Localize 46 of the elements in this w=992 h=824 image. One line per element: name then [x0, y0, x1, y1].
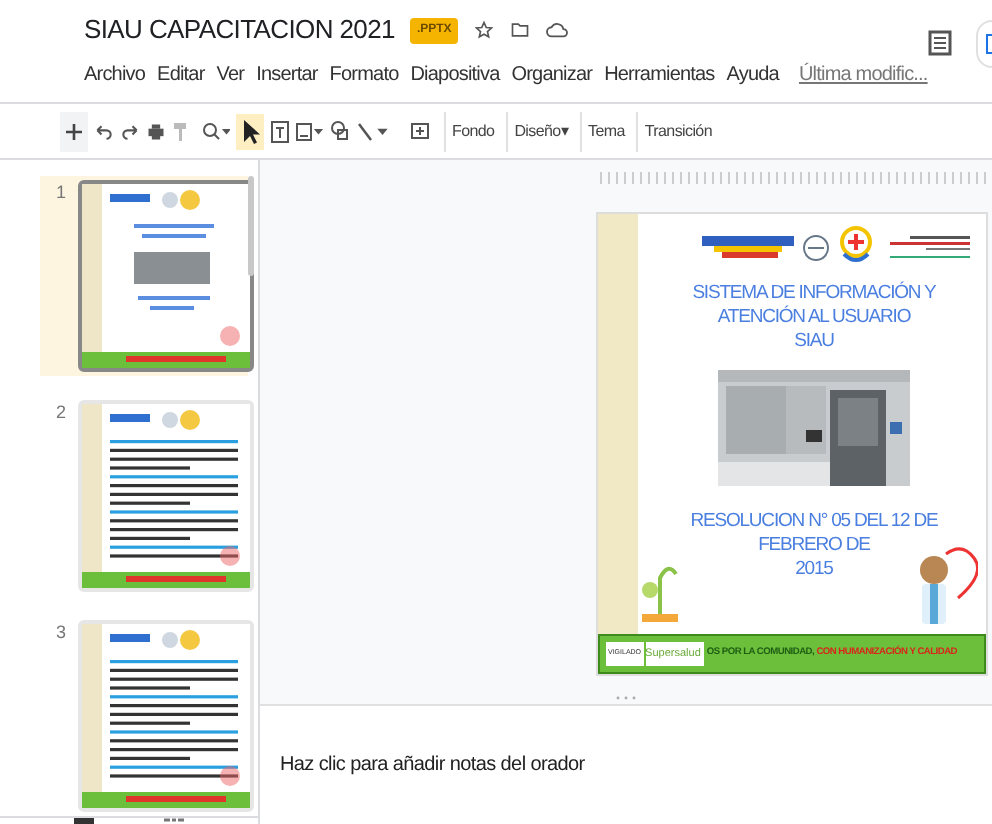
cloud-icon[interactable]	[545, 20, 568, 40]
star-icon[interactable]	[473, 20, 494, 40]
comment-add-icon[interactable]	[410, 121, 430, 141]
menu-item[interactable]: Herramientas	[604, 60, 715, 90]
comments-icon[interactable]	[927, 30, 952, 58]
speaker-notes-field[interactable]: Haz clic para añadir notas del orador	[280, 754, 585, 776]
menu-item[interactable]: Ayuda	[726, 60, 779, 90]
select-cursor-icon[interactable]	[236, 113, 264, 149]
image-icon[interactable]	[296, 121, 324, 141]
resolution-text: RESOLUCION N° 05 DEL 12 DE	[690, 510, 938, 534]
line-icon[interactable]	[356, 121, 392, 141]
undo-icon[interactable]	[94, 121, 114, 141]
shape-icon[interactable]	[330, 120, 350, 142]
last-edit-link[interactable]: Última modific...	[798, 60, 928, 90]
menu-item[interactable]: Insertar	[256, 60, 318, 90]
slide-number: 1	[56, 180, 67, 206]
department-logo	[702, 236, 794, 260]
zoom-icon[interactable]	[202, 121, 230, 141]
folder-icon[interactable]	[509, 20, 530, 40]
toolbar-button[interactable]: Diseño▾	[506, 111, 574, 151]
slide-number: 3	[56, 620, 67, 646]
menu-item[interactable]: Diapositiva	[410, 60, 500, 90]
new-slide-button[interactable]	[60, 111, 88, 151]
document-title[interactable]: SIAU CAPACITACION 2021	[84, 10, 395, 50]
menu-item[interactable]: Formato	[329, 60, 399, 90]
text-box-icon[interactable]	[270, 119, 290, 143]
plus-icon	[66, 123, 82, 139]
toolbar-button[interactable]: Transición	[636, 111, 718, 151]
print-icon[interactable]	[146, 121, 166, 141]
menu-item[interactable]: Editar	[157, 60, 205, 90]
menu-item[interactable]: Archivo	[84, 60, 146, 90]
resolution-text: FEBRERO DE	[758, 534, 870, 558]
slide-number: 2	[56, 400, 67, 426]
plant-logo	[638, 562, 682, 626]
menu-item[interactable]: Ver	[216, 60, 245, 90]
slide-heading: SIAU	[794, 330, 834, 354]
resolution-text: 2015	[795, 558, 833, 582]
slide-heading: ATENCIÓN AL USUARIO	[717, 306, 911, 330]
toolbar-button[interactable]: Fondo	[444, 111, 501, 151]
menu-item[interactable]: Organizar	[511, 60, 593, 90]
redo-icon[interactable]	[120, 121, 140, 141]
scrollbar-thumb[interactable]	[248, 176, 254, 276]
slide-heading: SISTEMA DE INFORMACIÓN Y	[692, 282, 936, 305]
emblem-logo	[802, 234, 830, 262]
toolbar-button[interactable]: Tema	[580, 111, 631, 151]
slide-thumbnail[interactable]: 1	[40, 176, 248, 376]
